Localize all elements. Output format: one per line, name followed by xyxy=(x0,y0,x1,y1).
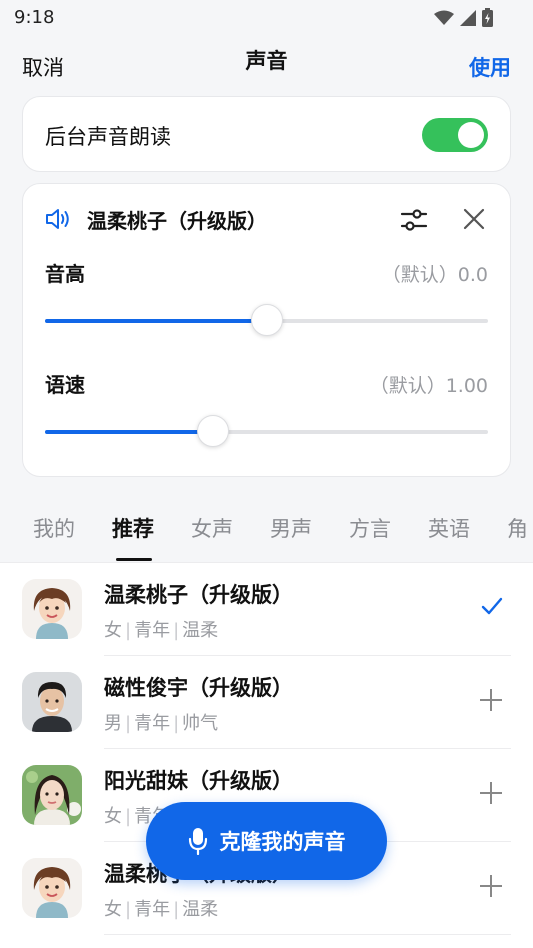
speed-slider-fill xyxy=(45,430,214,434)
voice-settings-card: 温柔桃子（升级版） 音高 （默认）0.0 语速 （默认）1.00 xyxy=(22,183,511,477)
status-bar: 9:18 xyxy=(0,0,533,36)
voice-tag: 女 xyxy=(104,899,122,920)
pitch-slider-fill xyxy=(45,319,267,323)
add-icon[interactable] xyxy=(479,781,503,805)
nav-bar: 取消 声音 使用 xyxy=(0,40,533,90)
voice-tag: 女 xyxy=(104,620,122,641)
background-read-label: 后台声音朗读 xyxy=(45,125,171,149)
pitch-slider[interactable] xyxy=(45,304,488,336)
page-title: 声音 xyxy=(245,49,288,73)
tab-female[interactable]: 女声 xyxy=(191,513,233,543)
voice-tag: 青年 xyxy=(134,620,171,641)
clone-voice-button[interactable]: 克隆我的声音 xyxy=(146,802,387,880)
background-read-card: 后台声音朗读 xyxy=(22,96,511,172)
avatar xyxy=(22,765,82,825)
voice-list-item[interactable]: 磁性俊宇（升级版） 男 | 青年 | 帅气 xyxy=(0,656,533,749)
microphone-icon xyxy=(188,828,207,855)
voice-list: 温柔桃子（升级版） 女 | 青年 | 温柔 磁性俊宇（升级版） 男 | 青年 | 帅气 xyxy=(0,563,533,948)
status-icons xyxy=(434,8,493,27)
adjust-settings-icon[interactable] xyxy=(400,208,428,232)
current-voice-name: 温柔桃子（升级版） xyxy=(87,208,267,233)
category-tabs: 我的 推荐 女声 男声 方言 英语 角 xyxy=(0,498,533,562)
avatar xyxy=(22,672,82,732)
voice-name: 温柔桃子（升级版） xyxy=(104,583,293,607)
pitch-value: （默认）0.0 xyxy=(381,264,488,286)
speed-slider-thumb[interactable] xyxy=(197,415,230,447)
check-icon[interactable] xyxy=(481,595,503,617)
speaker-icon[interactable] xyxy=(45,208,71,230)
speed-label: 语速 xyxy=(45,373,85,397)
add-icon[interactable] xyxy=(479,688,503,712)
voice-tags: 女 | 青年 | 温柔 xyxy=(104,620,219,641)
speed-value: （默认）1.00 xyxy=(369,375,488,397)
tab-male[interactable]: 男声 xyxy=(270,513,312,543)
voice-tag: 男 xyxy=(104,713,122,734)
voice-tag: 青年 xyxy=(134,713,171,734)
speed-slider[interactable] xyxy=(45,415,488,447)
voice-tag: 帅气 xyxy=(182,713,219,734)
woman-avatar-icon xyxy=(22,765,82,825)
signal-icon xyxy=(460,9,476,26)
voice-header: 温柔桃子（升级版） xyxy=(45,206,267,233)
voice-list-item[interactable]: 温柔桃子（升级版） 女|青年|温柔 xyxy=(0,563,533,656)
add-icon[interactable] xyxy=(479,874,503,898)
background-read-toggle[interactable] xyxy=(422,118,488,152)
tab-recommended[interactable]: 推荐 xyxy=(112,513,154,543)
avatar xyxy=(22,858,82,918)
close-icon[interactable] xyxy=(462,207,486,231)
voice-tag: 温柔 xyxy=(182,620,219,641)
use-button[interactable]: 使用 xyxy=(469,52,511,82)
clone-voice-label: 克隆我的声音 xyxy=(219,830,346,854)
man-avatar-icon xyxy=(22,672,82,732)
voice-tag: 女 xyxy=(104,806,122,827)
tab-mine[interactable]: 我的 xyxy=(33,513,75,543)
voice-tag: 温柔 xyxy=(182,899,219,920)
battery-icon xyxy=(482,8,493,27)
toggle-knob xyxy=(458,122,484,148)
tab-dialect[interactable]: 方言 xyxy=(349,513,391,543)
voice-tags: 男 | 青年 | 帅气 xyxy=(104,713,219,734)
voice-name: 磁性俊宇（升级版） xyxy=(104,676,293,700)
cartoon-woman-avatar-icon xyxy=(22,579,82,639)
voice-name: 阳光甜妹（升级版） xyxy=(104,769,293,793)
status-time: 9:18 xyxy=(14,7,55,28)
pitch-label: 音高 xyxy=(45,262,85,286)
avatar xyxy=(22,579,82,639)
wifi-icon xyxy=(434,10,454,25)
row-divider xyxy=(104,934,511,935)
pitch-slider-thumb[interactable] xyxy=(250,304,283,336)
active-tab-indicator xyxy=(116,558,152,561)
voice-tags: 女 | 青年 | 温柔 xyxy=(104,899,219,920)
tab-role[interactable]: 角 xyxy=(507,513,528,543)
cartoon-woman-avatar-icon xyxy=(22,858,82,918)
voice-tag: 青年 xyxy=(134,899,171,920)
tab-english[interactable]: 英语 xyxy=(428,513,470,543)
